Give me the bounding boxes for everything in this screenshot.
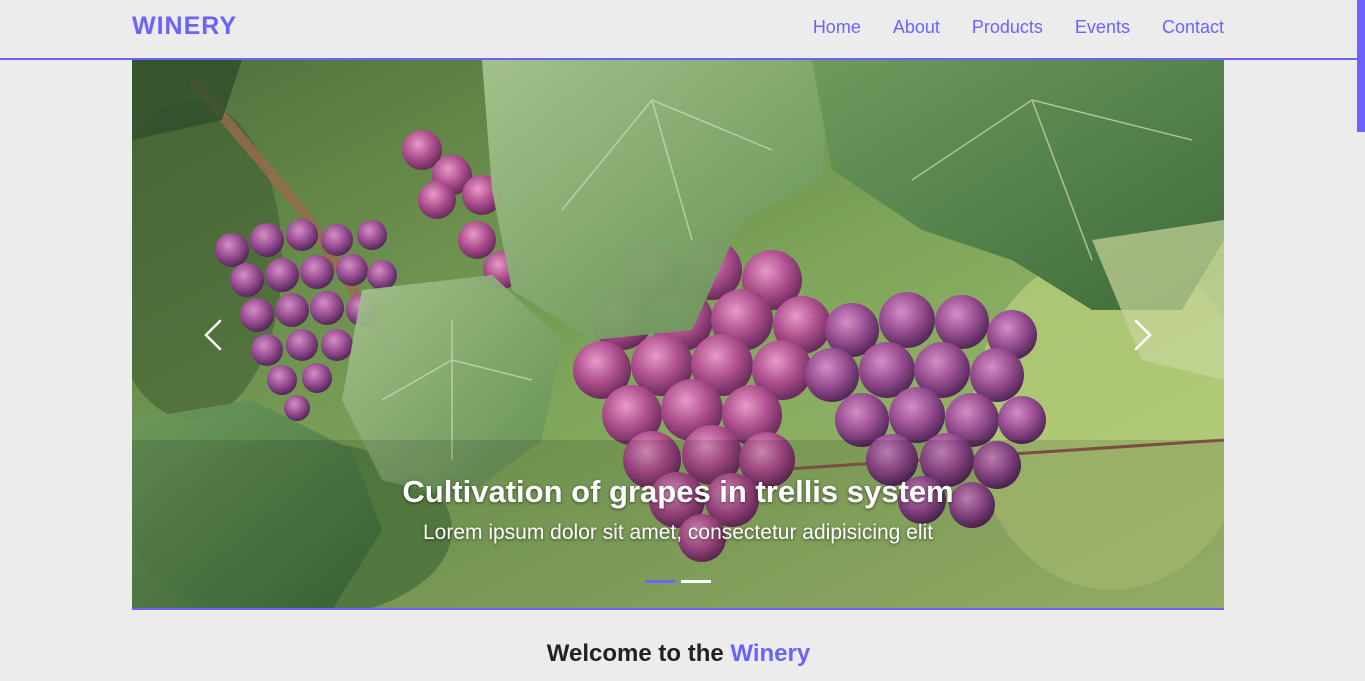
carousel-caption: Cultivation of grapes in trellis system … [132, 472, 1224, 548]
carousel-indicator-2[interactable] [681, 580, 711, 583]
carousel-indicators [645, 580, 711, 583]
nav-links: Home About Products Events Contact [813, 17, 1224, 38]
brand-logo[interactable]: WINERY [132, 12, 237, 41]
carousel-prev-button[interactable] [194, 315, 234, 355]
nav-item-about[interactable]: About [893, 17, 940, 38]
carousel-next-button[interactable] [1122, 315, 1162, 355]
scrollbar-thumb[interactable] [1357, 0, 1365, 132]
nav-item-contact[interactable]: Contact [1162, 17, 1224, 38]
chevron-left-icon [204, 319, 222, 351]
carousel-subtitle: Lorem ipsum dolor sit amet, consectetur … [422, 521, 934, 544]
chevron-right-icon [1134, 319, 1152, 351]
nav-item-home[interactable]: Home [813, 17, 861, 38]
welcome-prefix: Welcome to the [546, 640, 724, 667]
carousel-indicator-1[interactable] [645, 580, 675, 583]
hero-carousel: Cultivation of grapes in trellis system … [132, 60, 1224, 610]
welcome-heading: Welcome to the Winery [0, 640, 1357, 668]
navbar: WINERY Home About Products Events Contac… [0, 0, 1357, 60]
welcome-accent: Winery [730, 640, 811, 667]
carousel-title: Cultivation of grapes in trellis system [402, 474, 954, 509]
nav-item-events[interactable]: Events [1075, 17, 1130, 38]
nav-item-products[interactable]: Products [972, 17, 1043, 38]
